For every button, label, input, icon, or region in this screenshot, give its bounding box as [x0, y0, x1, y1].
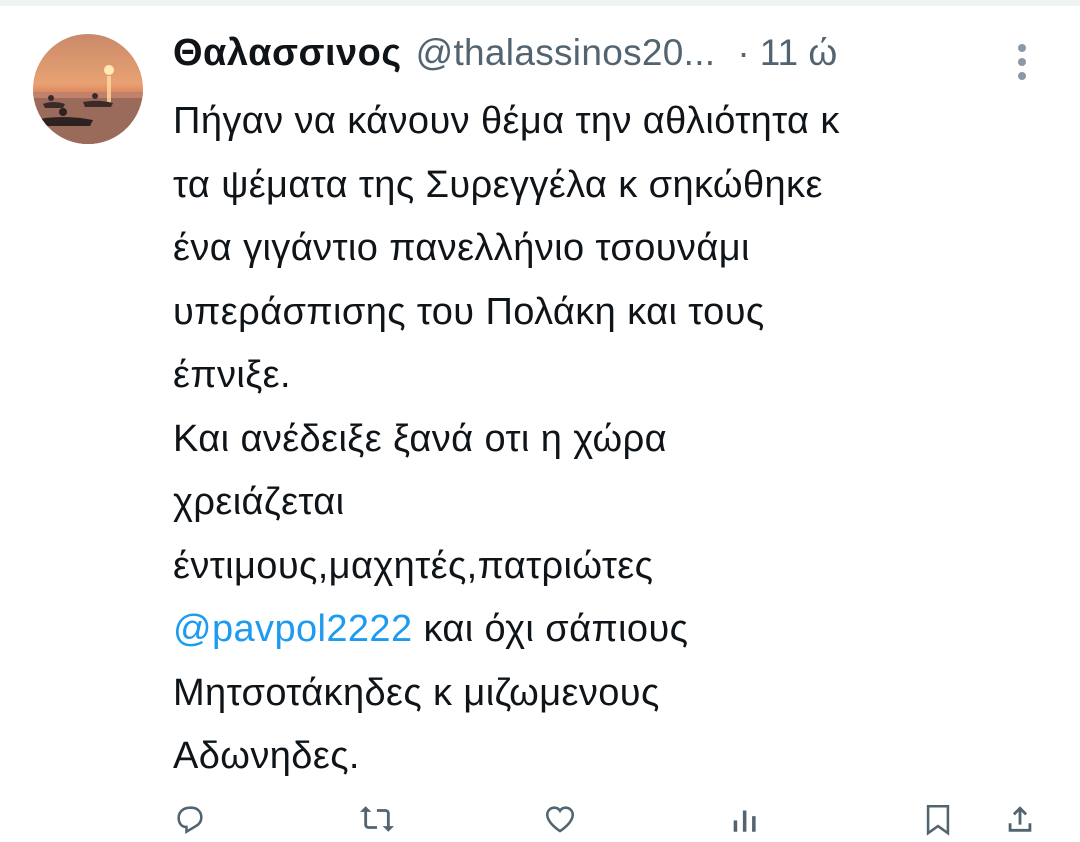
- avatar-image: [33, 34, 143, 144]
- reply-icon: [177, 806, 203, 835]
- tweet-text-fragment: και όχι σάπιους: [412, 608, 689, 650]
- mention-link[interactable]: @pavpol2222: [173, 608, 413, 650]
- display-name[interactable]: Θαλασσινος: [173, 32, 402, 75]
- views-button[interactable]: [728, 802, 762, 842]
- user-handle[interactable]: @thalassinos20...: [416, 32, 716, 74]
- tweet-text-line: έπνιξε.: [173, 354, 291, 396]
- tweet-text-line: χρειάζεται: [173, 481, 345, 523]
- tweet-text-line: έντιμους,μαχητές,πατριώτες: [173, 544, 654, 587]
- retweet-icon: [360, 806, 394, 832]
- avatar[interactable]: [33, 34, 143, 144]
- tweet-text-line: Πήγαν να κάνουν θέμα την αθλιότητα κ: [173, 100, 840, 142]
- separator-dot: ·: [737, 32, 750, 73]
- tweet-actions: [173, 802, 1053, 842]
- tweet-text-line: Και ανέδειξε ξανά οτι η χώρα: [173, 417, 667, 460]
- views-icon: [733, 810, 756, 832]
- share-icon: [1008, 806, 1032, 832]
- tweet-text-line: @pavpol2222 και όχι σάπιους: [173, 598, 1053, 662]
- tweet-text-line: ένα γιγάντιο πανελλήνιο τσουνάμι: [173, 227, 750, 269]
- tweet[interactable]: Θαλασσινος @thalassinos20... · 11 ώ Πήγα…: [0, 6, 1080, 836]
- like-button[interactable]: [543, 802, 577, 842]
- retweet-button[interactable]: [358, 802, 396, 842]
- share-button[interactable]: [1003, 802, 1037, 842]
- tweet-text-line: υπεράσπισης του Πολάκη και τους: [173, 290, 765, 333]
- bookmark-icon: [926, 804, 950, 836]
- heart-icon: [545, 806, 575, 833]
- tweet-text: Πήγαν να κάνουν θέμα την αθλιότητα κ τα …: [173, 90, 1053, 789]
- tweet-text-line: Αδωνηδες.: [173, 735, 360, 777]
- reply-button[interactable]: [173, 802, 207, 842]
- tweet-text-line: τα ψέματα της Συρεγγέλα κ σηκώθηκε: [173, 163, 823, 206]
- tweet-header: Θαλασσινος @thalassinos20... · 11 ώ: [173, 32, 1053, 82]
- timestamp[interactable]: 11 ώ: [760, 32, 838, 74]
- tweet-text-line: Μητσοτάκηδες κ μιζωμενους: [173, 671, 660, 714]
- bookmark-button[interactable]: [923, 802, 953, 842]
- more-options-button[interactable]: [1012, 42, 1032, 82]
- more-dots-icon: [1018, 44, 1026, 80]
